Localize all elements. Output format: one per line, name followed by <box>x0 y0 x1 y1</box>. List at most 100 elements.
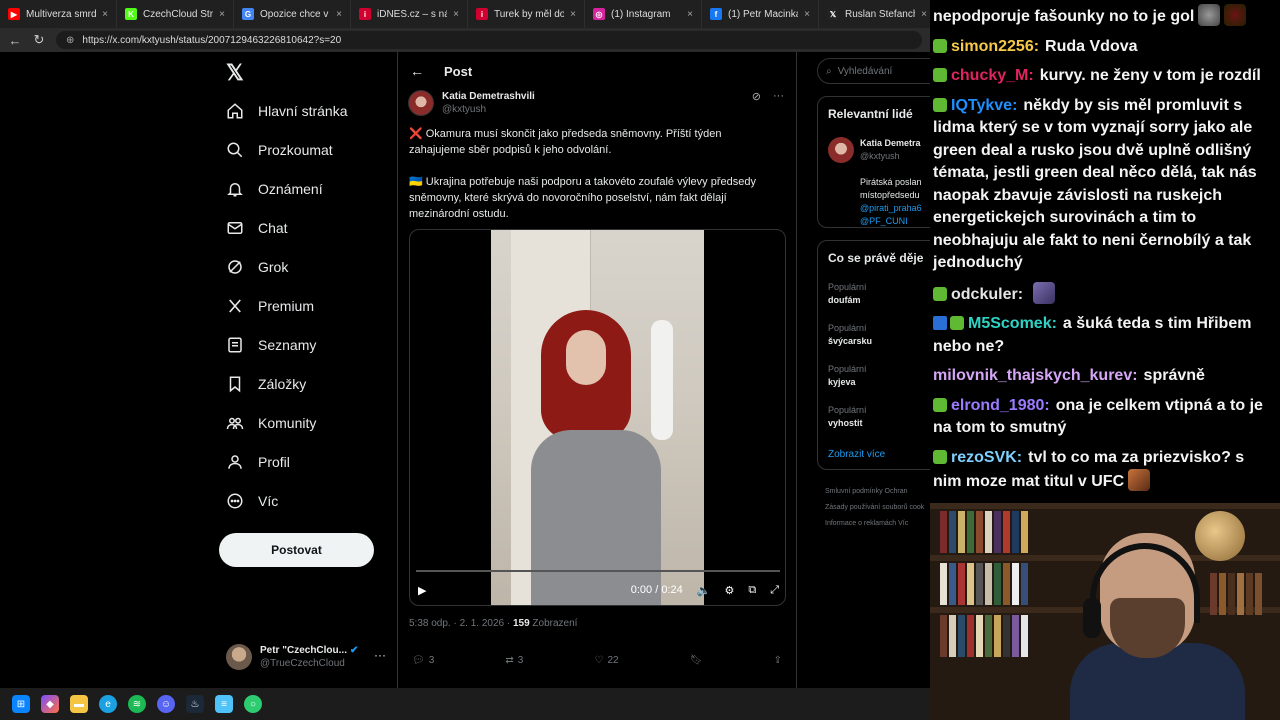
trend-item[interactable]: Populární vyhostit <box>828 404 867 430</box>
author-handle[interactable]: @kxtyush <box>442 103 535 116</box>
volume-icon[interactable]: 🔈 <box>697 584 711 597</box>
video-player[interactable]: ▶ 0:00 / 0:24 🔈 ⚙ ⧉ ⤢ <box>409 229 786 606</box>
spotify-icon[interactable]: ≋ <box>128 695 146 713</box>
reload-icon[interactable]: ↻ <box>32 32 46 48</box>
share-button[interactable]: ⇪ <box>774 650 782 670</box>
browser-tab[interactable]: i iDNES.cz – s námi vít × <box>351 0 468 28</box>
chat-username[interactable]: simon2256: <box>951 38 1039 55</box>
settings-icon[interactable]: ⚙ <box>724 584 734 597</box>
tab-label: (1) Petr Macinka - Ne <box>728 8 799 20</box>
close-tab-icon[interactable]: × <box>336 9 342 20</box>
windows-start-icon[interactable]: ⊞ <box>12 695 30 713</box>
bookmark-button[interactable]: 🔖︎ <box>690 650 703 670</box>
close-tab-icon[interactable]: × <box>804 9 810 20</box>
close-tab-icon[interactable]: × <box>687 9 693 20</box>
nav-explore[interactable]: Prozkoumat <box>226 135 333 165</box>
chat-username[interactable]: odckuler: <box>951 286 1023 303</box>
trend-item[interactable]: Populární kyjeva <box>828 363 867 389</box>
browser-tab[interactable]: K CzechCloud Stream × <box>117 0 234 28</box>
chat-username[interactable]: milovnik_thajskych_kurev: <box>933 367 1138 384</box>
site-info-icon[interactable]: ⊕ <box>66 35 74 46</box>
sub-badge-icon <box>933 97 947 112</box>
browser-tab[interactable]: f (1) Petr Macinka - Ne × <box>702 0 819 28</box>
more-icon[interactable]: ··· <box>374 648 386 662</box>
mention-link[interactable]: @pirati_praha6 <box>860 203 922 213</box>
discord-icon[interactable]: ☺ <box>157 695 175 713</box>
relevant-user[interactable]: Katia Demetra @kxtyush Pirátská poslan m… <box>828 137 922 228</box>
nav-premium[interactable]: Premium <box>226 291 314 321</box>
fullscreen-icon[interactable]: ⤢ <box>770 584 779 597</box>
copilot-icon[interactable]: ◆ <box>41 695 59 713</box>
author-name[interactable]: Katia Demetrashvili <box>442 90 535 103</box>
emote-icon <box>1128 469 1151 491</box>
avatar <box>226 644 252 670</box>
app-icon[interactable]: ○ <box>244 695 262 713</box>
browser-tab[interactable]: G Opozice chce v reakc × <box>234 0 351 28</box>
close-tab-icon[interactable]: × <box>102 9 108 20</box>
video-frame <box>491 230 704 605</box>
back-arrow-icon[interactable]: ← <box>8 33 22 48</box>
browser-tab[interactable]: ◎ (1) Instagram × <box>585 0 702 28</box>
notepad-icon[interactable]: ≡ <box>215 695 233 713</box>
nav-communities[interactable]: Komunity <box>226 408 316 438</box>
play-icon[interactable]: ▶ <box>418 584 426 597</box>
browser-tab[interactable]: ▶ Multiverza smrdí - Yo × <box>0 0 117 28</box>
grok-icon <box>228 260 242 274</box>
steam-icon[interactable]: ♨ <box>186 695 204 713</box>
chat-username[interactable]: IQTykve: <box>951 97 1017 114</box>
footer-link[interactable]: Zásady používání souborů cook <box>825 504 924 511</box>
x-logo-icon[interactable]: 𝕏 <box>226 60 244 86</box>
like-button[interactable]: ♡ 22 <box>595 650 619 670</box>
chat-message: rezoSVK: tvl to co ma za priezvisko? s ni… <box>933 447 1274 494</box>
chat-text: nepodporuje fašounky no to je gol <box>933 8 1195 25</box>
nav-more[interactable]: Víc <box>226 486 278 516</box>
avatar[interactable] <box>408 90 434 116</box>
show-more-link[interactable]: Zobrazit více <box>828 449 885 460</box>
post-timestamp[interactable]: 5:38 odp. · 2. 1. 2026 · <box>409 618 513 629</box>
browser-tab[interactable]: 𝕏 Ruslan Stefanchuk na × <box>819 0 930 28</box>
video-progress-bar[interactable] <box>416 570 780 572</box>
nav-notifications[interactable]: Oznámení <box>226 174 323 204</box>
mention-link[interactable]: @PF_CUNI <box>860 216 908 226</box>
chat-username[interactable]: M5Scomek: <box>968 315 1057 332</box>
nav-chat[interactable]: Chat <box>226 213 288 243</box>
post-paragraph: ❌ Okamura musí skončit jako předseda sně… <box>409 128 722 156</box>
nav-grok[interactable]: Grok <box>226 252 288 282</box>
edge-browser-icon[interactable]: e <box>99 695 117 713</box>
search-input[interactable]: ⌕ Vyhledávání <box>817 58 930 84</box>
chat-text: správně <box>1143 367 1205 384</box>
relevant-bio: místopředsedu <box>860 190 920 200</box>
close-tab-icon[interactable]: × <box>453 9 459 20</box>
browser-tab[interactable]: i Turek by měl dostat × <box>468 0 585 28</box>
close-tab-icon[interactable]: × <box>921 9 927 20</box>
nav-bookmarks[interactable]: Záložky <box>226 369 306 399</box>
footer-link[interactable]: Informace o reklamách Víc <box>825 520 908 527</box>
repost-button[interactable]: ⇄ 3 <box>505 650 523 670</box>
grok-icon[interactable]: ⊘ <box>752 90 761 103</box>
trend-item[interactable]: Populární švýcarsku <box>828 322 872 348</box>
post-button[interactable]: Postovat <box>219 533 374 567</box>
nav-home[interactable]: Hlavní stránka <box>226 96 347 126</box>
like-count: 22 <box>607 654 619 666</box>
chat-username[interactable]: chucky_M: <box>951 67 1034 84</box>
url-field[interactable]: ⊕ https://x.com/kxtyush/status/200712946… <box>56 31 922 49</box>
close-tab-icon[interactable]: × <box>219 9 225 20</box>
chat-username[interactable]: elrond_1980: <box>951 397 1050 414</box>
heart-icon: ♡ <box>594 654 604 666</box>
video-controls: ▶ 0:00 / 0:24 🔈 ⚙ ⧉ ⤢ <box>410 578 785 602</box>
footer-link[interactable]: Smluvní podmínky Ochran <box>825 488 907 495</box>
file-explorer-icon[interactable]: ▬ <box>70 695 88 713</box>
reply-button[interactable]: 💬︎ 3 <box>412 650 434 670</box>
back-arrow-icon[interactable]: ← <box>410 63 424 79</box>
trend-label: Populární <box>828 364 867 374</box>
trend-item[interactable]: Populární doufám <box>828 281 867 307</box>
account-switcher[interactable]: Petr "CzechClou... ✔ @TrueCzechCloud ··· <box>226 640 396 674</box>
close-tab-icon[interactable]: × <box>570 9 576 20</box>
avatar <box>828 137 854 163</box>
pip-icon[interactable]: ⧉ <box>748 584 756 597</box>
chat-username[interactable]: rezoSVK: <box>951 449 1022 466</box>
more-icon[interactable]: ··· <box>773 90 784 103</box>
nav-label: Oznámení <box>258 181 323 197</box>
nav-lists[interactable]: Seznamy <box>226 330 316 360</box>
nav-profile[interactable]: Profil <box>226 447 290 477</box>
